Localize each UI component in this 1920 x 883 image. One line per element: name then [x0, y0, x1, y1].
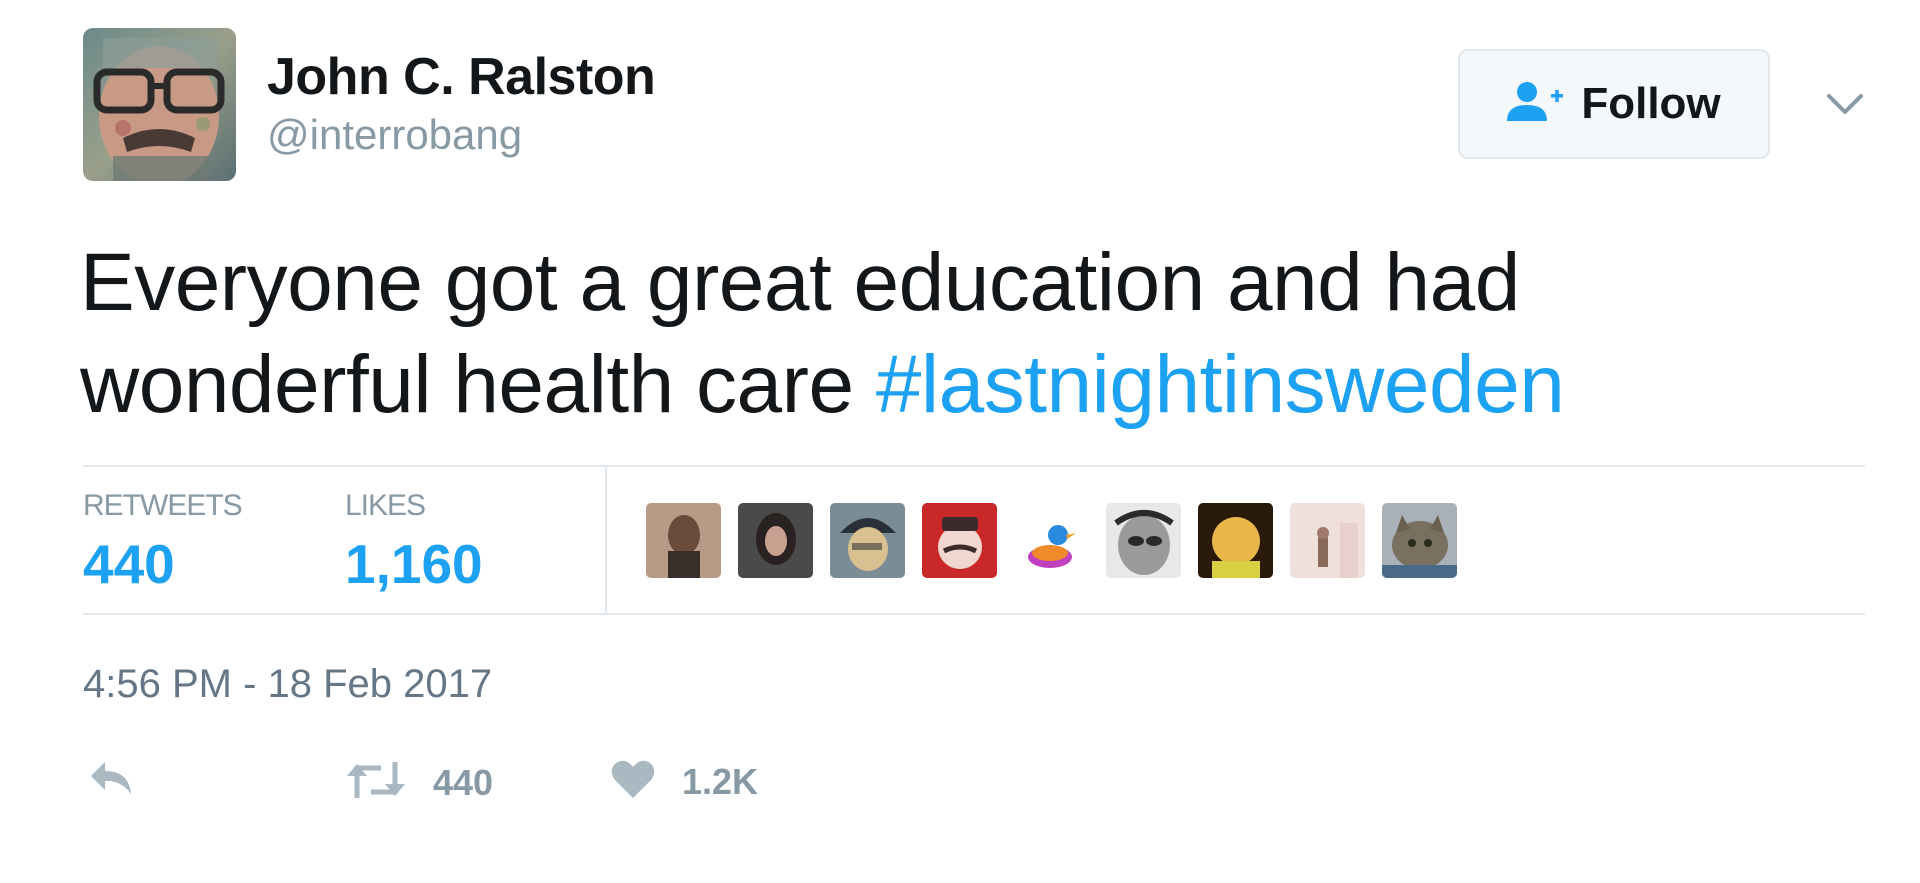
liker-avatar[interactable] [646, 503, 721, 578]
liker-avatars [646, 503, 1457, 578]
tweet-timestamp[interactable]: 4:56 PM - 18 Feb 2017 [83, 662, 492, 707]
author-handle[interactable]: @interrobang [267, 111, 655, 158]
liker-avatar[interactable] [830, 503, 905, 578]
tweet-actions: 440 1.2K [83, 758, 883, 818]
likes-label: LIKES [345, 489, 426, 522]
hashtag-link[interactable]: #lastnightinsweden [876, 339, 1565, 430]
user-plus-icon [1507, 81, 1565, 128]
tweet-stats: RETWEETS 440 LIKES 1,160 [83, 465, 1865, 615]
liker-avatar[interactable] [1106, 503, 1181, 578]
likes-stat[interactable]: LIKES 1,160 [345, 491, 483, 592]
retweets-count: 440 [83, 533, 175, 595]
follow-button[interactable]: Follow [1458, 49, 1770, 159]
author-name[interactable]: John C. Ralston [267, 48, 656, 108]
liker-avatar[interactable] [738, 503, 813, 578]
liker-avatar[interactable] [1290, 503, 1365, 578]
liker-avatar[interactable] [1014, 503, 1089, 578]
tweet-header: John C. Ralston @interrobang Follow [83, 28, 1883, 183]
heart-icon [610, 758, 656, 805]
liker-avatar[interactable] [1198, 503, 1273, 578]
liker-avatar[interactable] [922, 503, 997, 578]
chevron-down-icon[interactable] [1823, 86, 1867, 122]
retweet-button[interactable]: 440 [345, 758, 493, 807]
retweets-stat[interactable]: RETWEETS 440 [83, 489, 243, 595]
author-info: John C. Ralston @interrobang [267, 48, 656, 158]
reply-button[interactable] [87, 758, 137, 803]
stats-divider [605, 467, 607, 613]
author-avatar[interactable] [83, 28, 236, 181]
retweet-action-count: 440 [433, 761, 494, 803]
retweets-label: RETWEETS [83, 489, 243, 522]
like-button[interactable]: 1.2K [610, 758, 758, 805]
likes-count: 1,160 [345, 533, 483, 595]
follow-button-label: Follow [1581, 79, 1721, 128]
tweet-text: Everyone got a great education and had w… [80, 232, 1880, 436]
retweet-icon [345, 758, 407, 807]
liker-avatar[interactable] [1382, 503, 1457, 578]
like-action-count: 1.2K [682, 760, 759, 802]
reply-icon [87, 758, 137, 803]
tweet-card: John C. Ralston @interrobang Follow Ever… [0, 0, 1920, 883]
